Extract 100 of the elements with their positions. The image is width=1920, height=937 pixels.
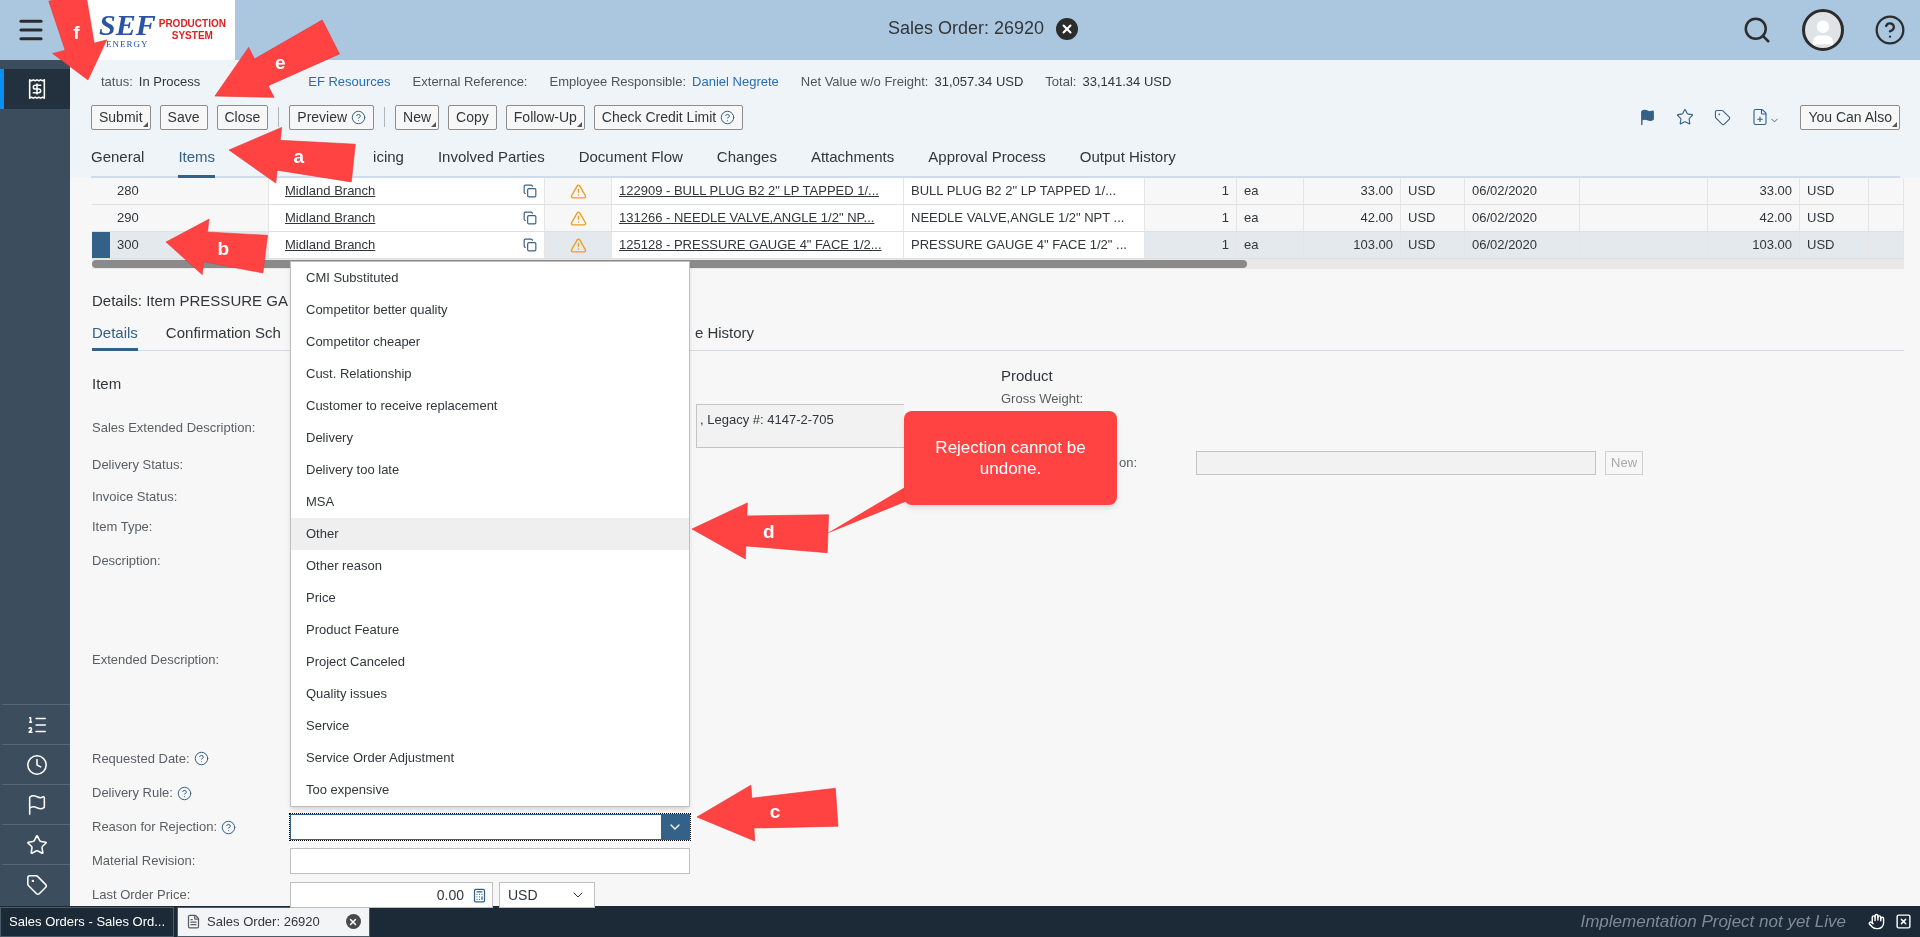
logo-subtitle: ENERGY [106, 39, 149, 49]
dropdown-option[interactable]: Delivery too late [291, 454, 689, 486]
task-tab[interactable]: Sales Order: 26920 [177, 906, 370, 937]
toolbar-button[interactable]: New [395, 104, 440, 130]
tab[interactable]: e History [694, 319, 755, 351]
field-label: Reason for Rejection: [92, 818, 217, 837]
tab[interactable]: Attachments [810, 140, 895, 178]
close-icon[interactable] [345, 914, 361, 929]
field-link[interactable]: EF Resources [308, 72, 391, 92]
field-value: 31,057.34 USD [934, 73, 1024, 92]
toolbar-button[interactable]: Copy [448, 104, 497, 130]
flag-icon[interactable] [1639, 108, 1657, 126]
table-cell: 06/02/2020 [1465, 205, 1580, 231]
dropdown-option[interactable]: Price [291, 582, 689, 614]
window-title: Sales Order: 26920 [888, 17, 1045, 40]
toolbar-button[interactable]: Follow-Up [505, 104, 585, 130]
menu-corner-icon [576, 121, 582, 127]
table-cell: 103.00 [1304, 232, 1401, 258]
tab[interactable]: Output History [1079, 140, 1176, 178]
dropdown-option[interactable]: Service Order Adjustment [291, 742, 689, 774]
dropdown-option[interactable]: Too expensive [291, 774, 689, 806]
field-value: 33,141.34 USD [1082, 73, 1172, 92]
toolbar-button[interactable]: Check Credit Limit [593, 104, 744, 130]
dropdown-option[interactable]: Competitor better quality [291, 294, 689, 326]
dropdown-option[interactable]: Customer to receive replacement [291, 390, 689, 422]
field-label: Invoice Status: [92, 487, 178, 506]
dropdown-option[interactable]: MSA [291, 486, 689, 518]
hand-icon[interactable] [1868, 913, 1885, 930]
selection-marker[interactable] [92, 232, 110, 258]
close-window-icon[interactable] [1895, 913, 1912, 930]
reason-select[interactable] [290, 814, 690, 840]
help-icon [720, 109, 736, 125]
dropdown-option[interactable]: Project Canceled [291, 646, 689, 678]
table-row[interactable]: 290 Midland Branch 131266 - NEEDLE VALVE,ANGLE 1/2" NP... NEEDLE VALVE,ANGLE 1/2" NPT ... 1 ea 42.00 USD 06/02/2020 42.00 USD [92, 205, 1904, 232]
table-row[interactable]: 280 Midland Branch 122909 - BULL PLUG B2 2" LP TAPPED 1/... BULL PLUG B2 2" LP TAPPED 1/... 1 ea 33.00 USD 06/02/2020 33.00 USD [92, 178, 1904, 205]
field-label: Description: [92, 552, 161, 570]
help-icon[interactable] [193, 750, 209, 766]
table-cell: NEEDLE VALVE,ANGLE 1/2" NPT ... [904, 205, 1145, 231]
dropdown-option[interactable]: Service [291, 710, 689, 742]
amount-field[interactable]: 0.00 [290, 882, 493, 908]
field-label: tatus: [101, 73, 133, 92]
task-tab[interactable]: Sales Orders - Sales Ord... [0, 906, 175, 937]
toolbar-button[interactable]: Save [159, 104, 208, 130]
tab[interactable]: Confirmation Sch [165, 319, 281, 351]
table-cell: USD [1401, 205, 1465, 231]
dropdown-option[interactable]: CMI Substituted [291, 262, 689, 294]
text-field[interactable]: , Legacy #: 4147-2-705 [696, 404, 904, 448]
dropdown-option[interactable]: Product Feature [291, 614, 689, 646]
dropdown-option[interactable]: Quality issues [291, 678, 689, 710]
tab[interactable]: Involved Parties [437, 140, 545, 178]
table-cell: USD [1401, 178, 1465, 204]
table-cell: 06/02/2020 [1465, 232, 1580, 258]
table-cell: 1 [1145, 232, 1237, 258]
close-icon [1060, 21, 1075, 36]
table-cell: ea [1237, 178, 1304, 204]
close-button[interactable] [1056, 17, 1079, 40]
field-link[interactable]: Daniel Negrete [692, 72, 779, 92]
help-icon[interactable] [221, 819, 236, 835]
dropdown-option[interactable]: Other [291, 518, 689, 550]
field-label: Item Type: [92, 518, 153, 537]
copy-icon[interactable] [523, 211, 537, 225]
warning-icon [569, 209, 587, 227]
help-icon [351, 109, 367, 125]
help-icon[interactable] [1874, 14, 1906, 46]
table-cell: 1 [1145, 205, 1237, 231]
document-icon [26, 78, 48, 100]
section-heading: Product [1001, 366, 1053, 387]
search-icon[interactable] [1742, 15, 1772, 45]
tab[interactable]: Document Flow [578, 140, 683, 178]
toolbar-button[interactable]: Submit [91, 104, 151, 130]
tab[interactable]: icing [373, 140, 404, 178]
logo-tagline: PRODUCTION [158, 18, 226, 30]
field-label: on: [1119, 453, 1138, 472]
tab[interactable]: Details [92, 319, 138, 351]
input-field[interactable] [290, 848, 690, 874]
table-cell: USD [1800, 205, 1869, 231]
toolbar-button[interactable]: You Can Also [1800, 104, 1900, 130]
arrow-label: d [762, 519, 775, 544]
dropdown-option[interactable]: Competitor cheaper [291, 326, 689, 358]
tab[interactable]: General [91, 140, 145, 178]
copy-icon[interactable] [523, 238, 537, 252]
dropdown-option[interactable]: Cust. Relationship [291, 358, 689, 390]
dropdown-option[interactable]: Other reason [291, 550, 689, 582]
add-document-icon[interactable] [1751, 108, 1781, 126]
dropdown-button[interactable] [661, 815, 689, 839]
callout-box: Rejection cannot be undone. [904, 411, 1117, 505]
copy-icon[interactable] [523, 184, 537, 198]
tab[interactable]: Changes [716, 140, 777, 178]
table-cell: 42.00 [1304, 205, 1401, 231]
tab[interactable]: Approval Process [928, 140, 1046, 178]
toolbar-button[interactable]: Preview [289, 104, 375, 130]
dropdown-option[interactable]: Delivery [291, 422, 689, 454]
details-title: Details: Item PRESSURE GA [92, 292, 288, 309]
avatar[interactable] [1802, 9, 1844, 51]
nav-item[interactable] [0, 69, 70, 109]
help-icon[interactable] [176, 785, 192, 801]
star-icon[interactable] [1676, 108, 1695, 126]
currency-select[interactable]: USD [499, 882, 595, 908]
toolbar-button[interactable]: Close [216, 104, 269, 130]
tag-icon[interactable] [1714, 108, 1732, 126]
